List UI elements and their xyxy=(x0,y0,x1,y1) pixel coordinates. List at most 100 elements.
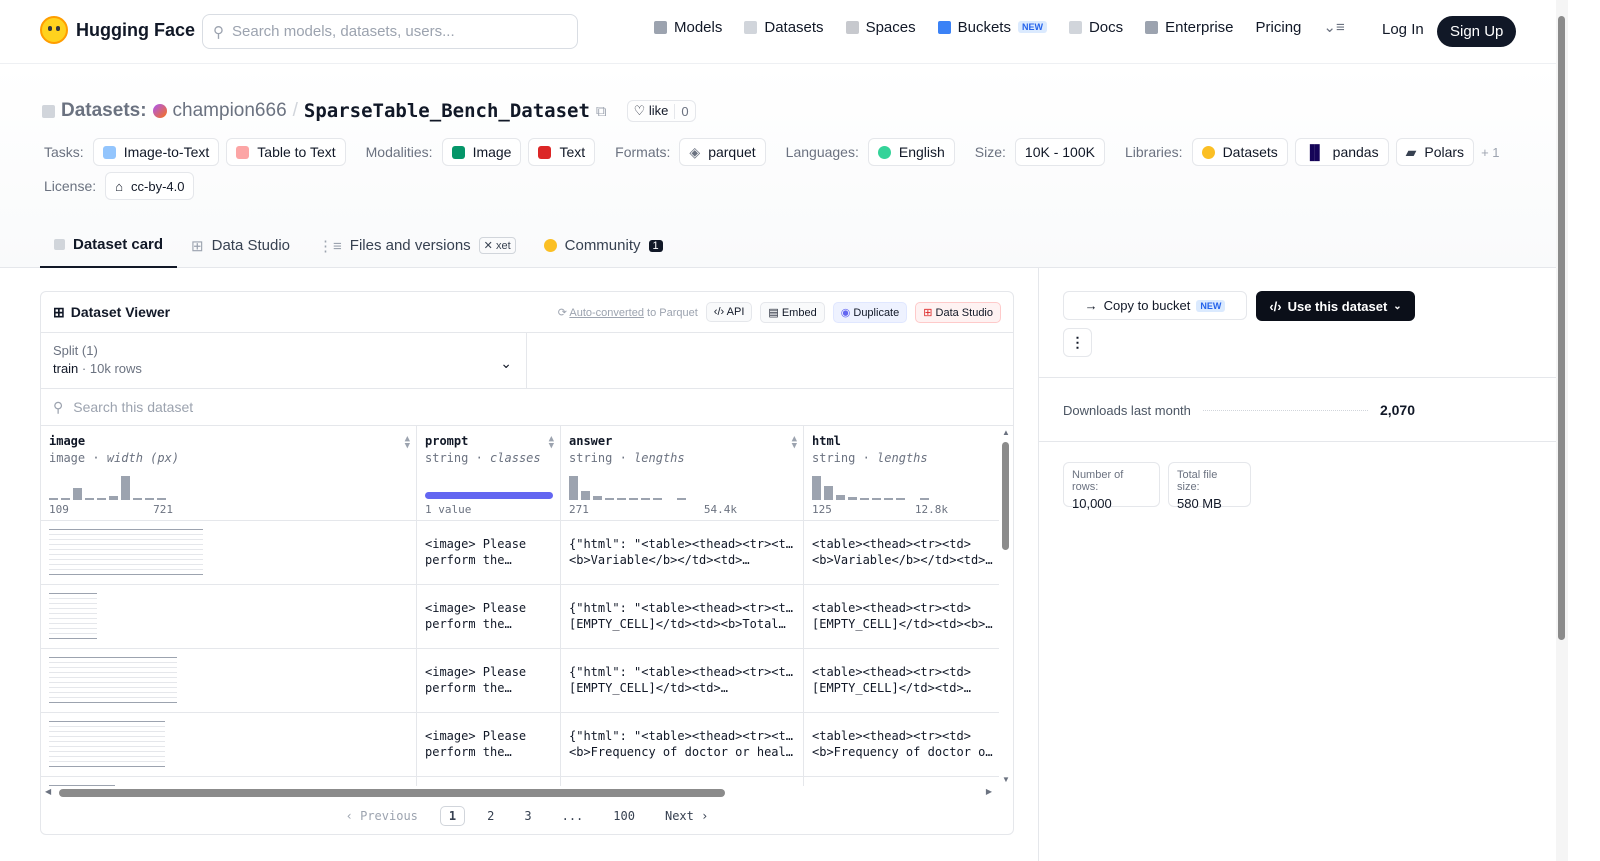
data-table: image image · width (px) ▲ ▼ 109 721 promp… xyxy=(41,426,999,786)
text-icon xyxy=(538,145,552,159)
previous-page[interactable]: ‹ Previous xyxy=(338,807,426,825)
table-thumbnail xyxy=(49,657,177,703)
split-select[interactable]: Split (1) train · 10k rows ⌄ xyxy=(41,333,527,388)
embed-button[interactable]: ▤ Embed xyxy=(760,301,825,323)
tag-english[interactable]: English xyxy=(867,138,955,166)
grid-icon xyxy=(845,20,859,34)
nav-spaces[interactable]: Spaces xyxy=(845,19,916,36)
copy-to-bucket-button[interactable]: → Copy to bucket NEW xyxy=(1063,291,1247,320)
histogram[interactable] xyxy=(812,474,929,500)
sort-icon[interactable]: ▲ ▼ xyxy=(792,435,797,451)
prompt-cell[interactable]: <image> Please perform the… xyxy=(417,649,560,713)
image-cell[interactable] xyxy=(41,521,416,585)
like-button[interactable]: ♡ like 0 xyxy=(626,100,696,122)
chevron-down-icon: ⌄ xyxy=(1393,300,1402,312)
tag-image[interactable]: Image xyxy=(441,138,522,166)
answer-cell[interactable]: {"html": "<table><thead><tr><td> <b>Varia… xyxy=(561,521,803,585)
nav-buckets[interactable]: Buckets NEW xyxy=(937,19,1047,36)
tag-pandas[interactable]: ▐▌ pandas xyxy=(1294,138,1389,166)
tag-license[interactable]: ⌂ cc-by-4.0 xyxy=(105,172,195,200)
prompt-cell[interactable]: <image> Please perform the… xyxy=(417,713,560,777)
tab-files-versions[interactable]: ⋮≡ Files and versions ✕ xet xyxy=(304,223,530,268)
more-options-button[interactable]: ⋮ xyxy=(1063,328,1092,357)
dataset-search-input[interactable]: ⚲ Search this dataset xyxy=(41,389,1013,426)
sort-icon[interactable]: ▲ ▼ xyxy=(405,435,410,451)
next-page[interactable]: Next › xyxy=(657,807,716,825)
tab-community[interactable]: Community 1 xyxy=(530,223,677,268)
search-icon: ⚲ xyxy=(53,398,64,415)
brand-logo[interactable]: Hugging Face xyxy=(40,16,195,44)
answer-cell[interactable]: {"html": "<table><thead><tr><td> <b>Frequ… xyxy=(561,713,803,777)
duplicate-button[interactable]: ◉ Duplicate xyxy=(832,301,908,323)
tag-text[interactable]: Text xyxy=(528,138,596,166)
horizontal-scrollbar[interactable]: ◀ ▶ xyxy=(45,787,1000,799)
rows-stat: Number of rows: 10,000 xyxy=(1063,462,1160,511)
pandas-icon: ▐▌ xyxy=(1304,144,1325,160)
community-icon xyxy=(543,239,557,252)
nav-datasets[interactable]: Datasets xyxy=(744,19,824,36)
prompt-cell[interactable]: <image> Please perform the… xyxy=(417,521,560,585)
files-icon: ⋮≡ xyxy=(318,237,342,255)
tag-row: Tasks: Image-to-Text Table to Text Modal… xyxy=(44,138,1500,166)
new-badge: NEW xyxy=(1017,21,1047,33)
image-cell[interactable] xyxy=(41,649,416,713)
repo-owner[interactable]: champion666 xyxy=(173,100,287,122)
column-answer: answer string · lengths ▲ ▼ 271 54.4k {"ht… xyxy=(561,426,804,786)
tag-datasets[interactable]: Datasets xyxy=(1191,138,1288,166)
repo-type-label[interactable]: Datasets: xyxy=(61,100,147,122)
use-dataset-button[interactable]: ‹/› Use this dataset ⌄ xyxy=(1256,291,1415,321)
community-count: 1 xyxy=(648,239,663,252)
image-cell[interactable] xyxy=(41,713,416,777)
page-2[interactable]: 2 xyxy=(479,807,502,825)
nav-models[interactable]: Models xyxy=(654,19,722,36)
signup-button[interactable]: Sign Up xyxy=(1437,16,1517,47)
more-libraries[interactable]: + 1 xyxy=(1481,145,1499,160)
tag-size[interactable]: 10K - 100K xyxy=(1014,138,1105,166)
login-link[interactable]: Log In xyxy=(1382,21,1424,38)
nav-docs[interactable]: Docs xyxy=(1068,19,1123,36)
repo-name[interactable]: SparseTable_Bench_Dataset xyxy=(304,100,590,122)
column-html: html string · lengths 125 12.8k <table><t… xyxy=(804,426,999,786)
column-header[interactable]: prompt string · classes ▲ ▼ 1 value xyxy=(417,426,560,521)
copy-icon[interactable]: ⧉ xyxy=(596,103,607,120)
html-cell[interactable]: <table><thead><tr><td> [EMPTY_CELL]</td><… xyxy=(804,585,999,649)
page-3[interactable]: 3 xyxy=(516,807,539,825)
heart-icon: ♡ like xyxy=(633,103,669,118)
class-bar[interactable] xyxy=(425,492,553,499)
column-header[interactable]: answer string · lengths ▲ ▼ 271 54.4k xyxy=(561,426,803,521)
brand-name: Hugging Face xyxy=(76,19,196,40)
html-cell[interactable]: <table><thead><tr><td> <b>Variable</b></t… xyxy=(804,521,999,585)
nav-enterprise[interactable]: Enterprise xyxy=(1145,19,1234,36)
image-cell[interactable] xyxy=(41,777,416,786)
tag-parquet[interactable]: ◈ parquet xyxy=(679,138,766,166)
path-separator: / xyxy=(292,100,298,121)
html-cell[interactable]: <table><thead><tr><td> [EMPTY_CELL]</td><… xyxy=(804,649,999,713)
column-header[interactable]: html string · lengths 125 12.8k xyxy=(804,426,999,521)
column-header[interactable]: image image · width (px) ▲ ▼ 109 721 xyxy=(41,426,416,521)
tag-image-to-text[interactable]: Image-to-Text xyxy=(92,138,220,166)
table-icon: ⊞ xyxy=(191,237,204,255)
vertical-scrollbar[interactable]: ▲ ▼ xyxy=(1001,428,1011,784)
data-studio-button[interactable]: ⊞ Data Studio xyxy=(915,301,1001,323)
prompt-cell[interactable]: <image> Please perform the… xyxy=(417,585,560,649)
page-1[interactable]: 1 xyxy=(439,806,466,826)
embed-icon: ▤ xyxy=(768,306,779,319)
tab-dataset-card[interactable]: Dataset card xyxy=(40,223,178,268)
answer-cell[interactable]: {"html": "<table><thead><tr><td> [EMPTY_C… xyxy=(561,649,803,713)
page-100[interactable]: 100 xyxy=(605,807,643,825)
tag-table-to-text[interactable]: Table to Text xyxy=(226,138,346,166)
more-menu-icon[interactable]: ⌄≡ xyxy=(1323,18,1344,36)
histogram[interactable] xyxy=(569,474,686,500)
html-cell[interactable]: <table><thead><tr><td> <b>Frequency of do… xyxy=(804,713,999,777)
sort-icon[interactable]: ▲ ▼ xyxy=(549,435,554,451)
page-scrollbar[interactable] xyxy=(1556,0,1568,861)
tag-polars[interactable]: ▰ Polars xyxy=(1395,138,1475,166)
tab-data-studio[interactable]: ⊞ Data Studio xyxy=(177,223,304,268)
answer-cell[interactable]: {"html": "<table><thead><tr><td> [EMPTY_C… xyxy=(561,585,803,649)
nav-pricing[interactable]: Pricing xyxy=(1256,19,1302,36)
image-cell[interactable] xyxy=(41,585,416,649)
histogram[interactable] xyxy=(49,474,166,500)
api-button[interactable]: ‹/› API xyxy=(705,302,753,322)
auto-converted-link[interactable]: Auto-converted xyxy=(569,307,644,319)
search-input[interactable]: ⚲ Search models, datasets, users... xyxy=(202,14,578,49)
